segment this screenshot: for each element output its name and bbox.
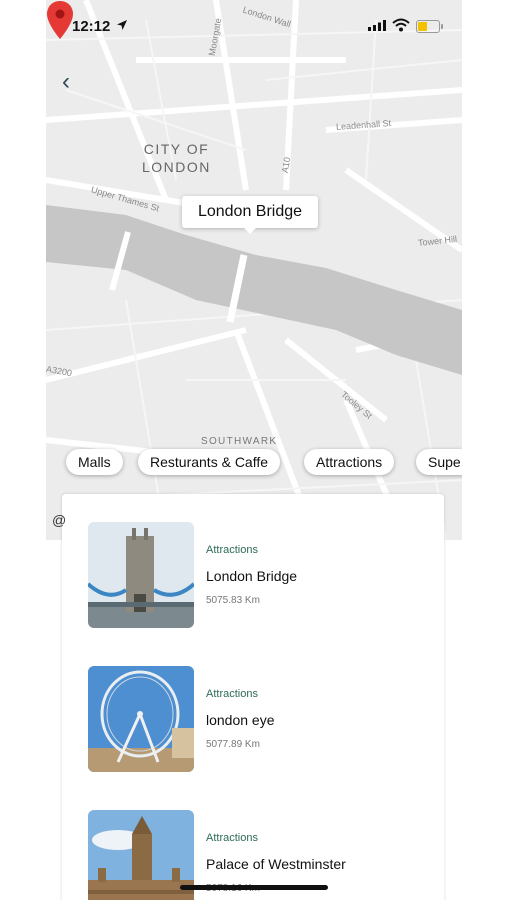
place-category: Attractions (206, 544, 258, 556)
chip-attractions[interactable]: Attractions (304, 449, 395, 475)
city-label-line2: LONDON (142, 159, 211, 175)
city-label: CITY OF LONDON (142, 140, 211, 176)
battery-level (418, 22, 427, 31)
place-name: London Bridge (206, 568, 298, 584)
place-distance: 5077.89 Km (206, 739, 260, 750)
cellular-signal-icon (368, 20, 386, 31)
chip-supermarkets[interactable]: Supe (416, 449, 462, 475)
home-indicator[interactable] (180, 885, 328, 890)
chip-malls[interactable]: Malls (66, 449, 123, 475)
place-name: Palace of Westminster (206, 856, 346, 872)
place-name: london eye (206, 712, 275, 728)
place-thumbnail (88, 522, 194, 628)
place-distance: 5075.83 Km (206, 595, 260, 606)
app-screen: London Wall Moorgate Leadenhall St Upper… (46, 0, 462, 900)
place-card[interactable]: Attractions London Bridge 5075.83 Km (88, 522, 428, 630)
place-category: Attractions (206, 832, 258, 844)
map-attribution-icon: @ (52, 512, 67, 528)
status-bar: 12:12 (46, 0, 462, 52)
status-time: 12:12 (72, 18, 111, 35)
chip-restaurants[interactable]: Resturants & Caffe (138, 449, 281, 475)
place-thumbnail (88, 666, 194, 772)
location-callout[interactable]: London Bridge (182, 196, 318, 228)
place-card[interactable]: Attractions london eye 5077.89 Km (88, 666, 428, 774)
battery-icon (416, 20, 440, 33)
callout-tip (244, 228, 256, 234)
city-label-line1: CITY OF (143, 141, 210, 157)
battery-cap (441, 24, 443, 29)
place-thumbnail (88, 810, 194, 900)
place-category: Attractions (206, 688, 258, 700)
district-label: SOUTHWARK (201, 436, 278, 447)
places-list-sheet: Attractions London Bridge 5075.83 Km Att… (62, 494, 444, 900)
back-chevron-icon[interactable]: ‹ (62, 70, 70, 94)
location-arrow-icon (117, 20, 127, 30)
wifi-icon (392, 18, 410, 32)
